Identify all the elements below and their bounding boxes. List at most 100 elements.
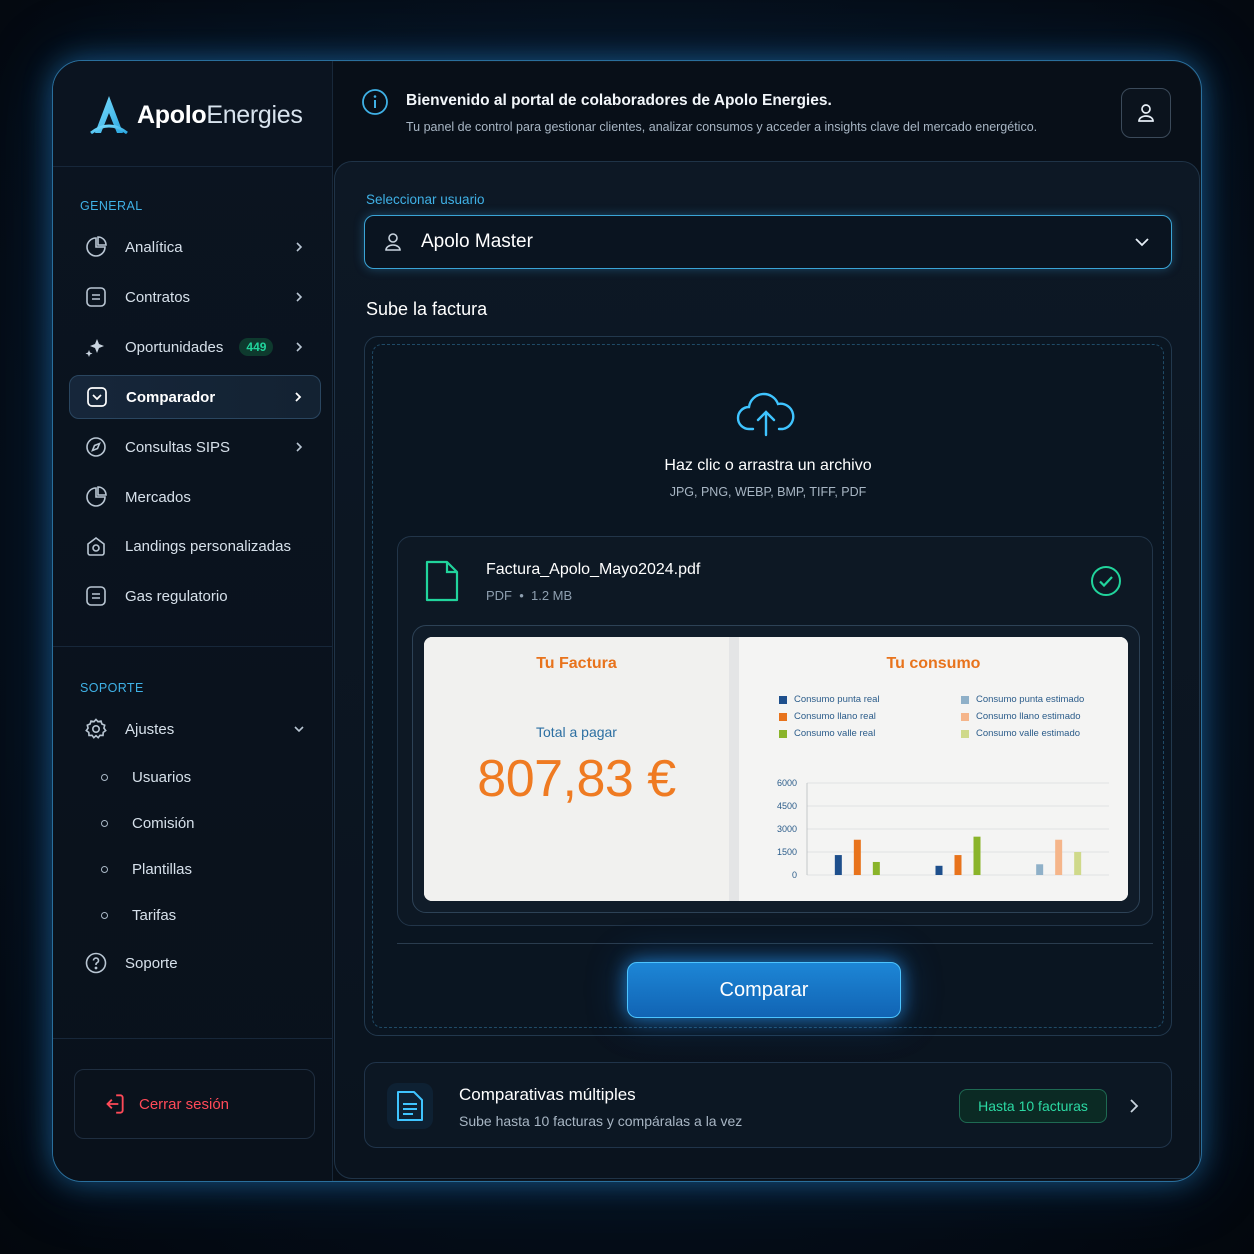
upload-dropzone: Haz clic o arrastra un archivo JPG, PNG,… — [364, 336, 1172, 1036]
file-size: 1.2 MB — [531, 588, 573, 603]
sidebar: ApoloEnergies GENERAL Analítica Contrato… — [53, 61, 333, 1181]
multi-compare-subtitle: Sube hasta 10 facturas y compáralas a la… — [459, 1113, 743, 1129]
sidebar-item-analitica[interactable]: Analítica — [69, 225, 321, 269]
help-circle-icon — [83, 950, 109, 976]
subitem-label: Plantillas — [132, 861, 193, 878]
user-select[interactable]: Apolo Master — [364, 215, 1172, 269]
section-divider — [397, 943, 1153, 944]
document-icon — [83, 284, 109, 310]
sidebar-item-label: Consultas SIPS — [125, 438, 231, 456]
pie-chart-icon — [83, 484, 109, 510]
bar-consumo-llano-real — [954, 855, 962, 875]
sidebar-item-label: Mercados — [125, 488, 191, 506]
sidebar-item-label: Soporte — [125, 954, 178, 972]
uploaded-file-card: Factura_Apolo_Mayo2024.pdf PDF • 1.2 MB … — [397, 536, 1153, 926]
main-panel: Seleccionar usuario Apolo Master Sube la… — [334, 161, 1200, 1179]
upload-section-title: Sube la factura — [366, 299, 488, 319]
bullet-icon — [101, 912, 108, 919]
total-label: Total a pagar — [536, 724, 617, 740]
y-tick-label: 4500 — [777, 801, 797, 811]
chevron-right-icon — [296, 342, 303, 352]
sidebar-item-comparador[interactable]: Comparador — [69, 375, 321, 419]
sidebar-item-gas-regulatorio[interactable]: Gas regulatorio — [69, 574, 321, 618]
subitem-label: Usuarios — [132, 769, 192, 786]
legend-item: Consumo valle real — [779, 728, 875, 739]
sidebar-divider — [53, 166, 333, 167]
legend-item: Consumo valle estimado — [961, 728, 1080, 739]
sidebar-item-label: Contratos — [125, 288, 191, 306]
settings-subitem-comision[interactable]: Comisión — [101, 815, 195, 832]
brand-logo[interactable]: ApoloEnergies — [87, 93, 303, 137]
top-bar: Bienvenido al portal de colaboradores de… — [334, 61, 1201, 161]
brand-name-suffix: Energies — [206, 100, 303, 129]
app-window: ApoloEnergies GENERAL Analítica Contrato… — [52, 60, 1202, 1182]
subitem-label: Comisión — [132, 815, 195, 832]
sidebar-item-oportunidades[interactable]: Oportunidades 449 — [69, 325, 321, 369]
section-label-general: GENERAL — [80, 199, 143, 213]
consumption-bar-chart: 0 1500 3000 4500 6000 — [777, 778, 1109, 880]
chevron-right-icon — [296, 242, 303, 252]
pie-chart-icon — [83, 234, 109, 260]
compare-button[interactable]: Comparar — [627, 962, 901, 1018]
multi-compare-badge: Hasta 10 facturas — [959, 1089, 1107, 1123]
bullet-icon — [101, 774, 108, 781]
settings-subitem-usuarios[interactable]: Usuarios — [101, 769, 191, 786]
bar-consumo-punta-real — [935, 865, 943, 875]
invoice-preview-image: Tu Factura Total a pagar 807,83 € Tu con… — [424, 637, 1128, 901]
logout-icon — [106, 1094, 124, 1114]
bar-consumo-llano-estimado — [1055, 839, 1063, 875]
total-amount: 807,83 € — [477, 750, 676, 808]
profile-button[interactable] — [1121, 88, 1171, 138]
legend-item: Consumo punta estimado — [961, 694, 1084, 705]
dropzone-area[interactable]: Haz clic o arrastra un archivo JPG, PNG,… — [372, 344, 1164, 1028]
multi-compare-title: Comparativas múltiples — [459, 1085, 636, 1104]
welcome-subtitle: Tu panel de control para gestionar clien… — [406, 120, 1038, 134]
sidebar-item-label: Analítica — [125, 238, 183, 256]
legend-item: Consumo punta real — [779, 694, 880, 705]
bar-consumo-punta-real — [834, 855, 842, 875]
settings-subitem-plantillas[interactable]: Plantillas — [101, 861, 192, 878]
bill-summary-panel: Tu Factura Total a pagar 807,83 € — [424, 637, 729, 901]
multi-compare-card[interactable]: Comparativas múltiples Sube hasta 10 fac… — [364, 1062, 1172, 1148]
sidebar-item-ajustes[interactable]: Ajustes — [69, 707, 321, 751]
brand-name: Apolo — [137, 100, 207, 129]
dropzone-formats: JPG, PNG, WEBP, BMP, TIFF, PDF — [669, 485, 867, 499]
sidebar-item-label: Landings personalizadas — [125, 537, 291, 555]
bar-consumo-valle-real — [973, 836, 981, 875]
sidebar-item-mercados[interactable]: Mercados — [69, 475, 321, 519]
sidebar-item-landings[interactable]: Landings personalizadas — [69, 524, 321, 568]
sidebar-item-consultas-sips[interactable]: Consultas SIPS — [69, 425, 321, 469]
preview-separator — [729, 637, 739, 901]
welcome-title: Bienvenido al portal de colaboradores de… — [406, 92, 832, 109]
bar-consumo-valle-estimado — [1074, 852, 1082, 875]
home-icon — [83, 533, 109, 559]
check-circle-icon — [1091, 566, 1121, 596]
user-icon — [1138, 104, 1154, 122]
chevron-right-icon — [1130, 1099, 1139, 1113]
gear-icon — [83, 716, 109, 742]
sidebar-divider — [53, 1038, 333, 1039]
document-list-icon — [387, 1083, 433, 1129]
sidebar-item-soporte[interactable]: Soporte — [69, 941, 321, 985]
sidebar-item-label: Comparador — [126, 388, 216, 406]
subitem-label: Tarifas — [132, 907, 177, 924]
bar-consumo-valle-real — [872, 861, 880, 875]
bar-consumo-llano-real — [853, 839, 861, 875]
user-select-value: Apolo Master — [421, 231, 533, 252]
chevron-right-icon — [296, 442, 303, 452]
chevron-down-icon — [294, 726, 304, 733]
logout-button[interactable]: Cerrar sesión — [74, 1069, 315, 1139]
compare-icon — [84, 384, 110, 410]
logout-label: Cerrar sesión — [139, 1095, 230, 1113]
user-select-label: Seleccionar usuario — [366, 192, 485, 207]
y-tick-label: 1500 — [777, 847, 797, 857]
sidebar-item-contratos[interactable]: Contratos — [69, 275, 321, 319]
file-name: Factura_Apolo_Mayo2024.pdf — [486, 561, 701, 578]
opportunities-count-badge: 449 — [239, 338, 274, 356]
chevron-right-icon — [295, 392, 302, 402]
user-icon — [385, 233, 401, 251]
bullet-icon — [101, 820, 108, 827]
settings-subitem-tarifas[interactable]: Tarifas — [101, 907, 176, 924]
sidebar-item-label: Gas regulatorio — [125, 587, 228, 605]
compass-icon — [83, 434, 109, 460]
